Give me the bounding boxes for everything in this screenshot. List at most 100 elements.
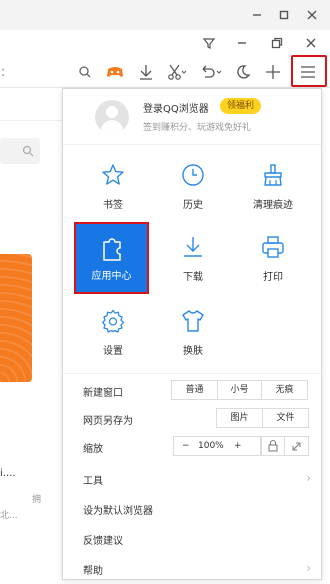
downloads-label: 下载 — [183, 272, 203, 283]
printer-icon — [262, 236, 284, 258]
funnel-icon — [202, 38, 216, 49]
maximize-icon — [279, 10, 289, 20]
welfare-button[interactable]: 领福利 — [220, 98, 262, 114]
help-menu-item[interactable]: 帮助 › — [83, 558, 311, 580]
night-mode-button[interactable] — [234, 62, 252, 82]
zoom-value: 100% — [198, 441, 224, 451]
background-divider — [0, 120, 62, 121]
zoom-row: 缩放 − 100% + — [83, 436, 311, 458]
puzzle-icon — [103, 238, 121, 261]
new-window-row: 新建窗口 普通 小号 无痕 — [83, 380, 311, 402]
settings-item[interactable]: 设置 — [77, 309, 149, 369]
download-icon — [184, 237, 202, 257]
app-center-label: 应用中心 — [91, 271, 132, 282]
background-banner-image[interactable] — [0, 254, 32, 382]
chevron-right-icon: › — [306, 471, 311, 485]
undo-icon — [202, 65, 222, 78]
plus-icon — [266, 65, 280, 79]
account-section: 登录QQ浏览器 领福利 签到赚积分、玩游戏免好礼 — [63, 89, 321, 145]
window-titlebar — [0, 0, 330, 49]
minimize-icon — [238, 42, 246, 44]
new-tab-button[interactable] — [264, 62, 282, 82]
set-default-browser-item[interactable]: 设为默认浏览器 — [83, 498, 311, 520]
zoom-lock-button[interactable] — [261, 436, 285, 456]
skin-label: 换肤 — [183, 346, 203, 357]
undo-button[interactable] — [198, 62, 222, 82]
background-text: 拥 — [32, 495, 42, 505]
search-icon — [22, 145, 34, 157]
new-window-incognito-button[interactable]: 无痕 — [261, 380, 308, 400]
new-window-small-button[interactable]: 小号 — [217, 380, 262, 400]
zoom-out-button[interactable]: − — [182, 437, 190, 455]
background-text: 北... — [0, 511, 18, 521]
history-label: 历史 — [183, 200, 203, 211]
history-item[interactable]: 历史 — [157, 163, 229, 223]
download-icon — [140, 65, 152, 80]
restore-icon — [271, 37, 283, 49]
minimize-icon — [253, 14, 261, 16]
screenshot-button[interactable] — [165, 62, 187, 82]
close-icon — [306, 38, 316, 48]
avatar-head — [106, 106, 118, 118]
save-page-row: 网页另存为 图片 文件 — [83, 408, 311, 430]
save-as-image-button[interactable]: 图片 — [216, 408, 263, 428]
star-icon — [102, 164, 124, 185]
broom-icon — [264, 164, 282, 186]
tab-close-button[interactable] — [302, 34, 320, 52]
lock-icon — [268, 440, 278, 452]
zoom-label: 缩放 — [83, 444, 103, 455]
game-button[interactable] — [104, 62, 126, 82]
skin-item[interactable]: 换肤 — [157, 309, 229, 369]
tools-menu-item[interactable]: 工具 › — [83, 468, 311, 490]
moon-icon — [237, 65, 251, 79]
background-text: i.... — [0, 468, 16, 479]
bookmarks-label: 书签 — [103, 200, 123, 211]
main-menu-panel: 登录QQ浏览器 领福利 签到赚积分、玩游戏免好礼 书签 历史 清理痕迹 应用中心… — [62, 88, 322, 580]
gear-icon — [101, 309, 125, 333]
downloads-item[interactable]: 下载 — [157, 235, 229, 295]
close-icon — [307, 10, 317, 20]
tab-pin-button[interactable] — [200, 34, 218, 52]
zoom-control: − 100% + — [173, 436, 261, 456]
clock-icon — [182, 164, 204, 186]
zoom-in-button[interactable]: + — [234, 437, 242, 455]
clear-traces-label: 清理痕迹 — [253, 200, 293, 211]
search-icon — [79, 66, 91, 78]
save-as-file-button[interactable]: 文件 — [262, 408, 309, 428]
fullscreen-button[interactable] — [284, 436, 309, 456]
search-button[interactable] — [76, 62, 94, 82]
bookmarks-item[interactable]: 书签 — [77, 163, 149, 223]
browser-toolbar: : — [0, 56, 330, 88]
expand-icon — [292, 442, 301, 451]
background-search-box[interactable] — [0, 138, 40, 164]
settings-label: 设置 — [103, 346, 123, 357]
minimize-button[interactable] — [248, 6, 266, 24]
print-label: 打印 — [263, 272, 283, 283]
avatar[interactable] — [95, 100, 129, 134]
avatar-body — [101, 120, 123, 134]
scissors-icon — [168, 64, 187, 80]
tab-restore-button[interactable] — [268, 34, 286, 52]
new-window-label: 新建窗口 — [83, 388, 123, 399]
clear-traces-item[interactable]: 清理痕迹 — [237, 163, 309, 223]
app-center-item[interactable]: 应用中心 — [74, 222, 149, 294]
toolbar-edge: : — [0, 64, 6, 80]
close-window-button[interactable] — [303, 6, 321, 24]
tshirt-icon — [182, 310, 204, 332]
help-label: 帮助 — [83, 566, 103, 577]
new-window-normal-button[interactable]: 普通 — [171, 380, 218, 400]
feedback-label: 反馈建议 — [83, 536, 123, 547]
feedback-item[interactable]: 反馈建议 — [83, 528, 311, 550]
print-item[interactable]: 打印 — [237, 235, 309, 295]
set-default-label: 设为默认浏览器 — [83, 506, 153, 517]
chevron-right-icon: › — [306, 561, 311, 575]
login-link[interactable]: 登录QQ浏览器 — [143, 100, 209, 115]
section-divider — [63, 373, 321, 374]
download-button[interactable] — [136, 62, 156, 82]
game-icon — [107, 67, 123, 77]
maximize-button[interactable] — [275, 6, 293, 24]
menu-button-highlight — [291, 55, 327, 87]
tab-minimize-button[interactable] — [233, 34, 251, 52]
tools-label: 工具 — [83, 476, 103, 487]
account-subtitle: 签到赚积分、玩游戏免好礼 — [143, 123, 252, 133]
